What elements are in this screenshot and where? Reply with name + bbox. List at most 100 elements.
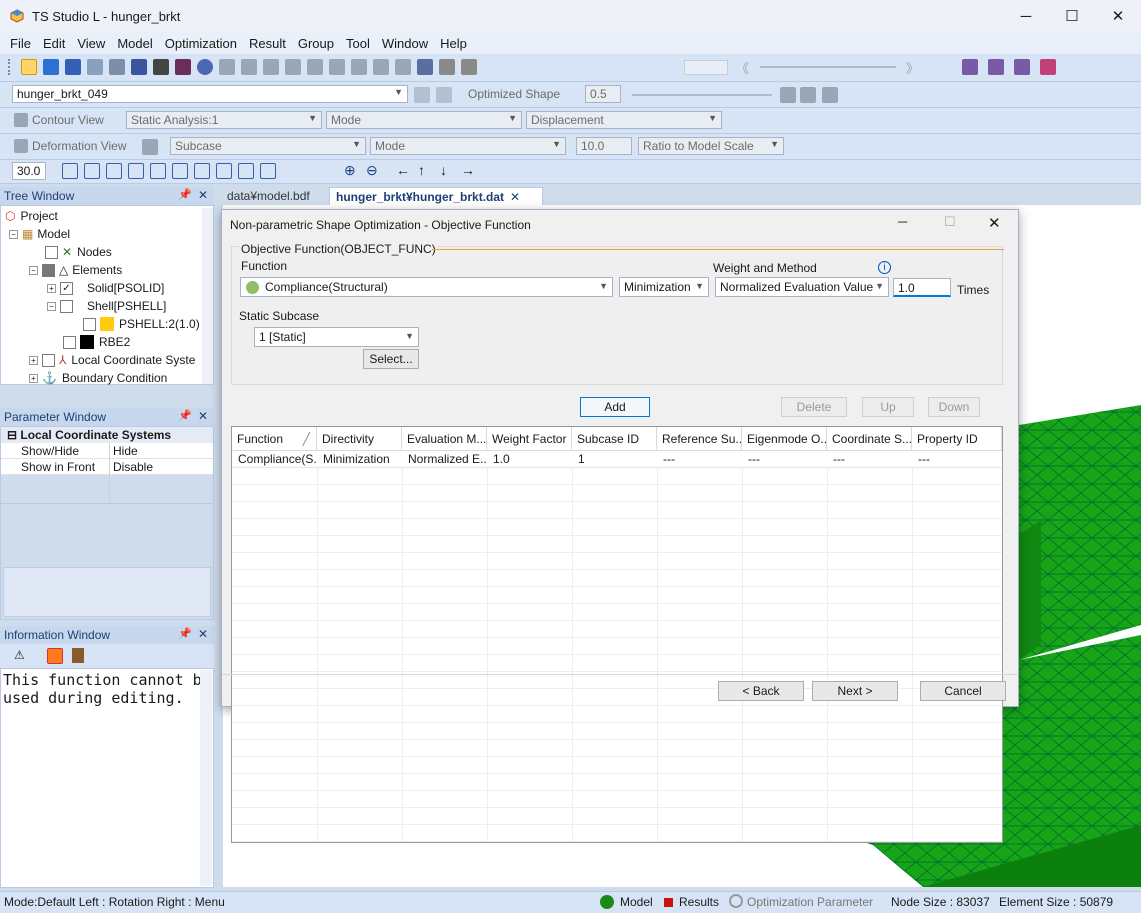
menu-result[interactable]: Result	[243, 36, 292, 51]
status-opt-param[interactable]: Optimization Parameter	[747, 895, 873, 909]
clear-icon[interactable]	[72, 648, 84, 663]
zoom-icon[interactable]	[65, 59, 81, 75]
select-button[interactable]: Select...	[363, 349, 419, 369]
optimized-shape-label[interactable]: Optimized Shape	[468, 87, 560, 101]
pin-icon[interactable]: 📌	[178, 188, 192, 201]
menu-edit[interactable]: Edit	[37, 36, 71, 51]
forward-icon[interactable]: 》	[906, 58, 919, 77]
tab-model-bdf[interactable]: data¥model.bdf	[221, 187, 316, 205]
box-icon[interactable]	[329, 59, 345, 75]
pin-icon[interactable]: 📌	[178, 409, 192, 422]
rotate-x-plus-icon[interactable]	[84, 163, 100, 179]
print-icon[interactable]	[153, 59, 169, 75]
section-icon[interactable]	[351, 59, 367, 75]
node-filter-icon[interactable]	[962, 59, 978, 75]
rotate-y-minus-icon[interactable]	[106, 163, 122, 179]
export-icon[interactable]	[436, 87, 452, 103]
record-icon[interactable]	[47, 648, 63, 664]
tree-model[interactable]: − ▦ Model	[9, 225, 70, 243]
view-iso-icon[interactable]	[260, 163, 276, 179]
solid-view-icon[interactable]	[417, 59, 433, 75]
col-property[interactable]: Property ID	[912, 427, 1002, 451]
close-icon[interactable]: ✕	[198, 409, 208, 423]
menu-window[interactable]: Window	[376, 36, 434, 51]
result-type-combo[interactable]: Displacement ▼	[526, 111, 722, 129]
menu-tool[interactable]: Tool	[340, 36, 376, 51]
shape-value-field[interactable]: 0.5	[585, 85, 621, 103]
tree-local-coordinate[interactable]: + ⅄ Local Coordinate Syste	[29, 351, 195, 369]
info-scrollbar[interactable]	[200, 670, 212, 886]
close-button[interactable]: ✕	[1095, 0, 1141, 32]
delete-button[interactable]: Delete	[781, 397, 847, 417]
add-button[interactable]: Add	[580, 397, 650, 417]
zoom-out-icon[interactable]: ⊖	[366, 162, 378, 179]
contour-view-label[interactable]: Contour View	[32, 113, 104, 127]
arrow-down-icon[interactable]: ↓	[440, 162, 447, 178]
deformation-icon[interactable]	[14, 139, 28, 153]
clip2-icon[interactable]	[395, 59, 411, 75]
maximize-button[interactable]: ☐	[944, 214, 956, 230]
tab-hunger-dat[interactable]: hunger_brkt¥hunger_brkt.dat ✕	[329, 187, 543, 205]
function-combo[interactable]: Compliance(Structural) ▼	[240, 277, 613, 297]
undo-icon[interactable]	[241, 59, 257, 75]
col-function[interactable]: Function ╱	[232, 427, 317, 451]
tree-elements[interactable]: − △ Elements	[29, 261, 122, 279]
tree-nodes[interactable]: ✕ Nodes	[45, 243, 112, 261]
contour-icon[interactable]	[14, 113, 28, 127]
color-icon[interactable]	[461, 59, 477, 75]
tree-rbe2[interactable]: RBE2	[63, 333, 130, 351]
down-button[interactable]: Down	[928, 397, 980, 417]
scale-value-field[interactable]: 10.0	[576, 137, 632, 155]
scale-method-combo[interactable]: Ratio to Model Scale ▼	[638, 137, 784, 155]
print-preview-icon[interactable]	[175, 59, 191, 75]
col-subcase[interactable]: Subcase ID	[572, 427, 657, 451]
filter-icon[interactable]: ⚠	[14, 648, 25, 662]
arrow-up-icon[interactable]: ↑	[418, 162, 425, 178]
status-results[interactable]: Results	[679, 895, 719, 909]
col-eigenmode[interactable]: Eigenmode O...	[742, 427, 827, 451]
redo-icon[interactable]	[263, 59, 279, 75]
col-reference[interactable]: Reference Su...	[657, 427, 742, 451]
subcase-combo[interactable]: Subcase ▼	[170, 137, 366, 155]
tree-scrollbar[interactable]	[202, 208, 213, 384]
pin-icon[interactable]: 📌	[178, 627, 192, 640]
maximize-button[interactable]: ☐	[1049, 0, 1095, 32]
rotate-x-minus-icon[interactable]	[62, 163, 78, 179]
rotate-right-icon[interactable]	[307, 59, 323, 75]
minimize-button[interactable]: ─	[898, 214, 907, 229]
shape-slider[interactable]	[632, 94, 772, 96]
zoom-box-icon[interactable]	[87, 59, 103, 75]
col-directivity[interactable]: Directivity	[317, 427, 402, 451]
scale-icon[interactable]	[142, 139, 158, 155]
zoom-in-icon[interactable]: ⊕	[344, 162, 356, 179]
element-filter-icon[interactable]	[988, 59, 1004, 75]
direction-combo[interactable]: Minimization ▼	[619, 277, 709, 297]
minimize-button[interactable]: ─	[1003, 0, 1049, 32]
rotate-left-icon[interactable]	[285, 59, 301, 75]
cancel-button[interactable]: Cancel	[920, 681, 1006, 701]
rotate-z-plus-icon[interactable]	[172, 163, 188, 179]
close-tab-icon[interactable]: ✕	[510, 190, 520, 204]
next-button[interactable]: Next >	[812, 681, 898, 701]
view-back-icon[interactable]	[216, 163, 232, 179]
arrow-right-icon[interactable]: →	[461, 162, 475, 178]
param-row[interactable]: Show in Front Disable	[1, 459, 213, 475]
col-coordinate[interactable]: Coordinate S...	[827, 427, 912, 451]
clip-icon[interactable]	[373, 59, 389, 75]
mode-combo[interactable]: Mode ▼	[326, 111, 522, 129]
col-evaluation[interactable]: Evaluation M...	[402, 427, 487, 451]
up-button[interactable]: Up	[862, 397, 914, 417]
link-icon[interactable]	[1040, 59, 1056, 75]
close-icon[interactable]: ✕	[198, 188, 208, 202]
close-icon[interactable]: ✕	[198, 627, 208, 641]
group-filter-icon[interactable]	[1014, 59, 1030, 75]
close-button[interactable]: ✕	[988, 214, 1001, 232]
status-model[interactable]: Model	[620, 895, 653, 909]
menu-file[interactable]: File	[4, 36, 37, 51]
param-row[interactable]: Show/Hide Hide	[1, 443, 213, 459]
rotate-z-minus-icon[interactable]	[150, 163, 166, 179]
bar-icon[interactable]	[822, 87, 838, 103]
save-shape-icon[interactable]	[800, 87, 816, 103]
tree-shell[interactable]: − Shell[PSHELL]	[47, 297, 166, 315]
col-weight[interactable]: Weight Factor	[487, 427, 572, 451]
